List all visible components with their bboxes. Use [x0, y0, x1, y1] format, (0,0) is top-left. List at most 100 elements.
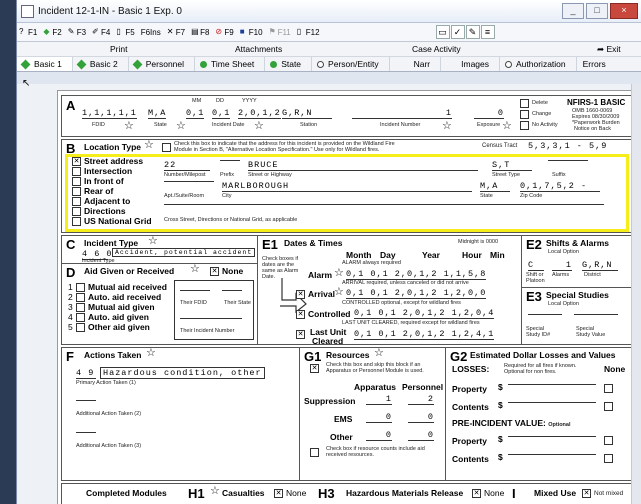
- tab-person-entity[interactable]: Person/Entity: [312, 57, 390, 71]
- ems-apparatus-field[interactable]: 0: [366, 412, 392, 423]
- in-front-of-checkbox[interactable]: [72, 177, 81, 186]
- arrival-datetime-field[interactable]: 0,1 0,1 2,0,1,2 1,2,0,0: [346, 288, 487, 299]
- f6-button[interactable]: F6Ins: [141, 28, 161, 37]
- state-field[interactable]: M,A: [148, 108, 167, 119]
- special-study-id-field[interactable]: [528, 314, 562, 315]
- district-field[interactable]: G,R,N: [582, 260, 618, 271]
- f10-button[interactable]: ■ F10: [240, 28, 263, 37]
- zip-field[interactable]: 0,1,7,5,2 -: [520, 181, 600, 192]
- suffix-field[interactable]: [548, 160, 588, 161]
- contents-loss-field[interactable]: [508, 402, 596, 403]
- aid-checkbox-5[interactable]: [76, 323, 85, 332]
- alarm-datetime-field[interactable]: 0,1 0,1 2,0,1,2 1,1,5,8: [346, 269, 487, 280]
- tab-basic1[interactable]: Basic 1: [17, 57, 73, 71]
- intersection-checkbox[interactable]: [72, 167, 81, 176]
- property-loss-field[interactable]: [508, 384, 596, 385]
- suppression-personnel-field[interactable]: 2: [408, 394, 434, 405]
- tab-authorization[interactable]: Authorization: [500, 57, 577, 71]
- action-3-field[interactable]: [76, 432, 96, 433]
- tab-time-sheet[interactable]: Time Sheet: [195, 57, 266, 71]
- street-number-field[interactable]: 22: [164, 160, 210, 171]
- adjacent-to-checkbox[interactable]: [72, 197, 81, 206]
- street-address-checkbox[interactable]: ✕: [72, 157, 81, 166]
- f5-button[interactable]: ▯ F5: [116, 28, 134, 37]
- tab-narr[interactable]: Narr: [390, 57, 442, 71]
- no-activity-checkbox[interactable]: [520, 121, 529, 130]
- exposure-field[interactable]: 0: [474, 108, 504, 119]
- other-apparatus-field[interactable]: 0: [366, 430, 392, 441]
- incident-type-description[interactable]: Accident, potential accident: [112, 248, 256, 257]
- city-field[interactable]: MARLBOROUGH: [222, 181, 472, 192]
- action-2-field[interactable]: [76, 400, 96, 401]
- aid-checkbox-2[interactable]: [76, 293, 85, 302]
- primary-action-description[interactable]: Hazardous condition, other: [100, 367, 265, 379]
- month-field[interactable]: 0,1: [186, 108, 205, 119]
- national-grid-checkbox[interactable]: [72, 217, 81, 226]
- casualties-none-checkbox[interactable]: ✕: [274, 489, 283, 498]
- b-state-field[interactable]: M,A: [480, 181, 510, 192]
- delete-checkbox[interactable]: [520, 99, 529, 108]
- f8-button[interactable]: ▤ F8: [191, 28, 209, 37]
- primary-action-code-field[interactable]: 4 9: [76, 368, 96, 379]
- aid-checkbox-3[interactable]: [76, 303, 85, 312]
- aid-checkbox-4[interactable]: [76, 313, 85, 322]
- contents-value-none-checkbox[interactable]: [604, 454, 613, 463]
- f2-button[interactable]: ◆ F2: [43, 28, 61, 37]
- year-field[interactable]: 2,0,1,2: [238, 108, 281, 119]
- minimize-button[interactable]: _: [562, 3, 584, 19]
- alarms-field[interactable]: 1: [552, 260, 572, 271]
- tab-state[interactable]: State: [265, 57, 313, 71]
- incident-number-field[interactable]: 1: [352, 108, 452, 119]
- fdid-field[interactable]: 1,1,1,1,1: [82, 108, 137, 119]
- exit-button[interactable]: ➦ Exit: [597, 44, 621, 55]
- census-tract-field[interactable]: 5,3,3,1 - 5,9: [528, 141, 607, 151]
- pencil-icon[interactable]: ✎: [465, 25, 480, 39]
- day-field[interactable]: 0,1: [212, 108, 231, 119]
- prefix-field[interactable]: [220, 160, 240, 161]
- property-loss-none-checkbox[interactable]: [604, 384, 613, 393]
- tab-attachments[interactable]: Attachments: [235, 44, 282, 54]
- property-value-none-checkbox[interactable]: [604, 436, 613, 445]
- f12-button[interactable]: ▯ F12: [297, 28, 320, 37]
- contents-value-field[interactable]: [508, 454, 596, 455]
- list-icon[interactable]: ≡: [480, 25, 495, 39]
- tab-personnel[interactable]: Personnel: [129, 57, 196, 71]
- cross-street-field[interactable]: [164, 204, 604, 205]
- aid-checkbox-1[interactable]: [76, 283, 85, 292]
- f3-button[interactable]: ✎ F3: [68, 28, 86, 37]
- arrival-same-checkbox[interactable]: ✕: [296, 290, 305, 299]
- rear-of-checkbox[interactable]: [72, 187, 81, 196]
- f4-button[interactable]: ✐ F4: [92, 28, 110, 37]
- contents-loss-none-checkbox[interactable]: [604, 402, 613, 411]
- controlled-datetime-field[interactable]: 0,1 0,1 2,0,1,2 1,2,0,4: [354, 308, 495, 319]
- tab-basic2[interactable]: Basic 2: [73, 57, 129, 71]
- wildland-address-checkbox[interactable]: [162, 143, 171, 152]
- maximize-button[interactable]: □: [586, 3, 608, 19]
- street-type-field[interactable]: S,T: [492, 160, 532, 171]
- f11-button[interactable]: ⚑ F11: [269, 28, 291, 37]
- tab-errors[interactable]: Errors: [577, 57, 616, 71]
- hazmat-none-checkbox[interactable]: ✕: [472, 489, 481, 498]
- tab-case-activity[interactable]: Case Activity: [412, 44, 461, 54]
- tab-print[interactable]: Print: [110, 44, 127, 54]
- resources-module-checkbox[interactable]: ✕: [310, 364, 319, 373]
- other-personnel-field[interactable]: 0: [408, 430, 434, 441]
- directions-checkbox[interactable]: [72, 207, 81, 216]
- check-icon[interactable]: ✓: [450, 25, 465, 39]
- not-mixed-checkbox[interactable]: ✕: [582, 489, 591, 498]
- tab-images[interactable]: Images: [441, 57, 501, 71]
- their-state-field[interactable]: [222, 290, 242, 291]
- aid-counts-checkbox[interactable]: [310, 448, 319, 457]
- their-incident-field[interactable]: [180, 318, 242, 319]
- last-unit-datetime-field[interactable]: 0,1 0,1 2,0,1,2 1,2,4,1: [354, 329, 495, 340]
- change-checkbox[interactable]: [520, 110, 529, 119]
- f9-button[interactable]: ⊘ F9: [215, 28, 233, 37]
- shift-field[interactable]: C: [528, 260, 544, 271]
- window-icon[interactable]: ▭: [435, 25, 450, 39]
- property-value-field[interactable]: [508, 436, 596, 437]
- ems-personnel-field[interactable]: 0: [408, 412, 434, 423]
- f1-button[interactable]: ? F1: [19, 28, 37, 37]
- last-unit-same-checkbox[interactable]: ✕: [296, 330, 305, 339]
- apt-field[interactable]: [164, 181, 214, 182]
- close-button[interactable]: ×: [610, 3, 638, 19]
